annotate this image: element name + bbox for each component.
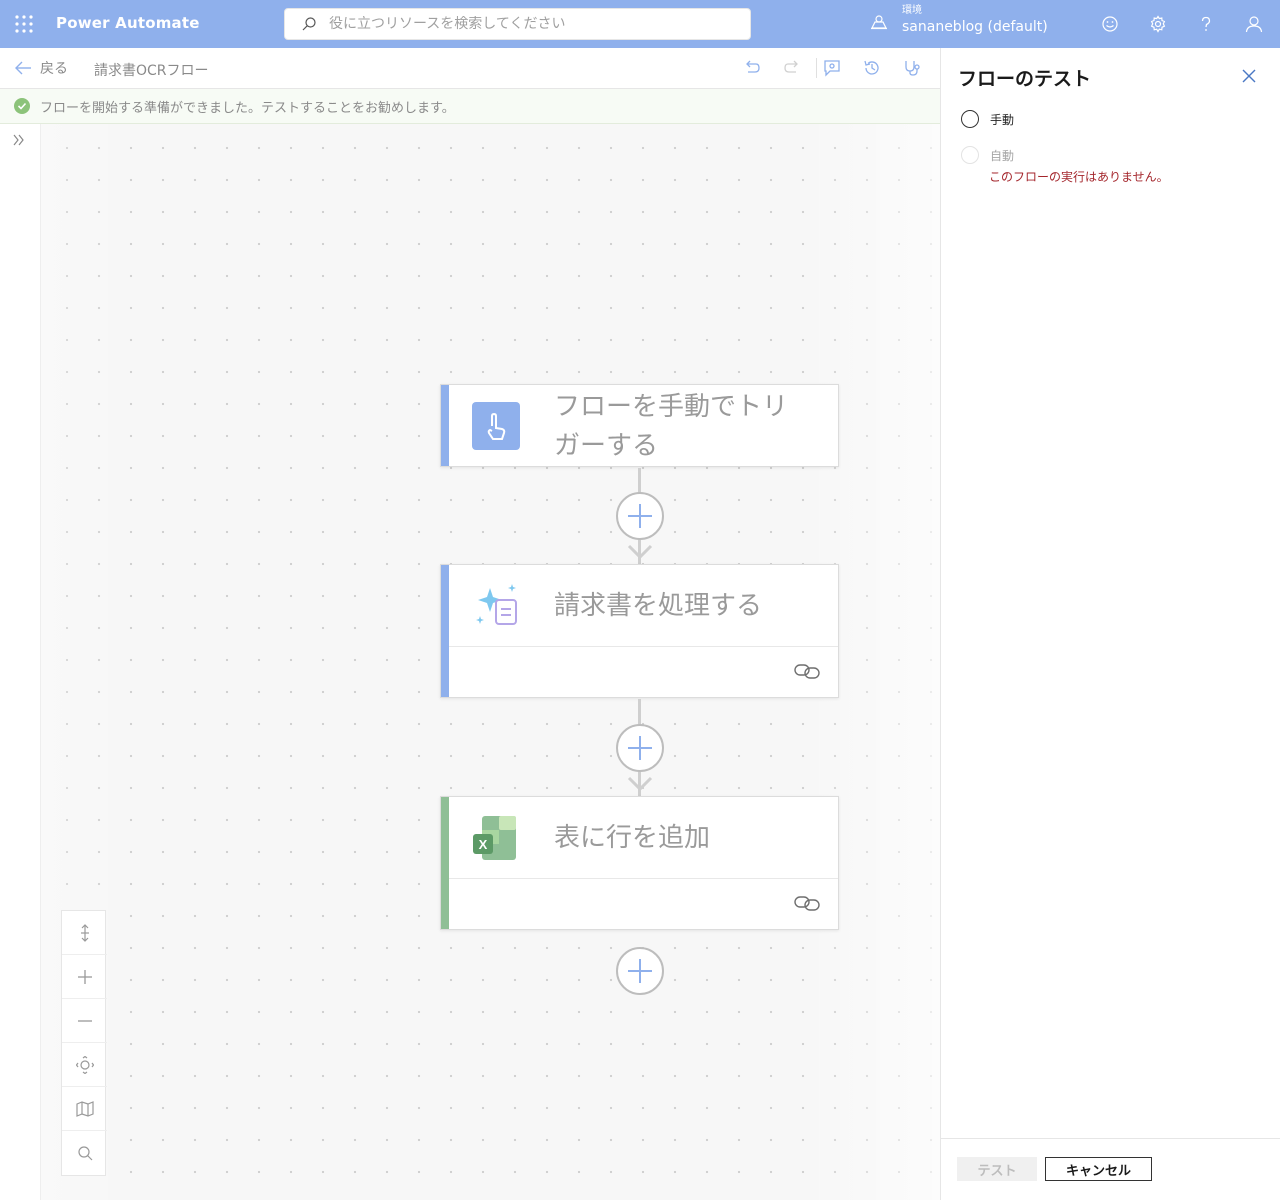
search-input[interactable]	[329, 16, 750, 32]
expand-chevron-icon[interactable]	[12, 132, 26, 151]
version-history-icon[interactable]	[860, 56, 884, 80]
connection-link-icon[interactable]	[794, 663, 820, 679]
redo-icon[interactable]	[780, 56, 804, 80]
flow-name[interactable]: 請求書OCRフロー	[94, 60, 209, 80]
undo-icon[interactable]	[740, 56, 764, 80]
touch-icon	[472, 402, 520, 450]
flow-canvas[interactable]: フローを手動でトリ ガーする 請求書を処理する X 表に行を追加	[41, 124, 940, 1200]
zoom-in-icon[interactable]	[62, 955, 107, 999]
canvas-zoom-controls	[61, 910, 107, 1176]
test-button[interactable]: テスト	[957, 1157, 1037, 1181]
step-footer	[449, 878, 838, 929]
copilot-chat-icon[interactable]	[820, 56, 844, 80]
account-icon[interactable]	[1242, 12, 1266, 36]
automatic-radio	[961, 146, 979, 164]
step-accent	[441, 797, 449, 929]
add-step-button[interactable]	[616, 947, 664, 995]
connector-arrow-icon	[627, 776, 653, 792]
search-box[interactable]	[284, 8, 751, 40]
app-launcher-icon[interactable]	[12, 12, 36, 36]
ai-document-icon	[472, 582, 520, 630]
option-automatic: 自動	[961, 146, 1014, 164]
feedback-smiley-icon[interactable]	[1098, 12, 1122, 36]
environment-name: sananeblog (default)	[902, 19, 1048, 35]
app-header: Power Automate 環境 sananeblog (default)	[0, 0, 1280, 48]
manual-radio[interactable]	[961, 110, 979, 128]
connection-link-icon[interactable]	[794, 895, 820, 911]
no-runs-message: このフローの実行はありません。	[989, 170, 1169, 184]
flow-step-trigger[interactable]: フローを手動でトリ ガーする	[440, 384, 839, 467]
step-accent	[441, 565, 449, 697]
panel-title: フローのテスト	[958, 68, 1092, 90]
ready-notice: フローを開始する準備ができました。テストすることをお勧めします。	[0, 89, 940, 124]
cancel-button[interactable]: キャンセル	[1045, 1157, 1152, 1181]
panel-footer: テスト キャンセル	[941, 1138, 1280, 1200]
settings-gear-icon[interactable]	[1146, 12, 1170, 36]
notice-text: フローを開始する準備ができました。テストすることをお勧めします。	[40, 100, 455, 116]
add-step-button[interactable]	[616, 492, 664, 540]
canvas-search-icon[interactable]	[62, 1131, 107, 1175]
back-label: 戻る	[40, 61, 68, 77]
step-title: 請求書を処理する	[554, 591, 763, 621]
test-flow-panel: フローのテスト 手動 自動 このフローの実行はありません。 テスト キャンセル	[940, 48, 1280, 1200]
environment-picker[interactable]: 環境 sananeblog (default)	[870, 4, 1048, 36]
step-accent	[441, 385, 449, 466]
flow-step-process-invoice[interactable]: 請求書を処理する	[440, 564, 839, 698]
back-button[interactable]: 戻る	[14, 58, 68, 78]
flow-step-add-row[interactable]: X 表に行を追加	[440, 796, 839, 930]
search-icon	[302, 17, 316, 31]
app-brand[interactable]: Power Automate	[56, 14, 200, 32]
fit-vertical-icon[interactable]	[62, 911, 107, 955]
flow-checker-icon[interactable]	[900, 56, 924, 80]
zoom-out-icon[interactable]	[62, 999, 107, 1043]
back-arrow-icon	[15, 61, 31, 75]
step-title-line1: フローを手動でトリ	[554, 392, 789, 422]
command-bar: 戻る 請求書OCRフロー	[0, 48, 940, 89]
left-rail	[0, 124, 41, 1200]
step-title-line2: ガーする	[554, 431, 659, 461]
svg-text:X: X	[479, 837, 488, 852]
step-title: 表に行を追加	[554, 823, 711, 853]
step-footer	[449, 646, 838, 697]
environment-label: 環境	[902, 5, 922, 16]
environment-icon	[871, 15, 887, 30]
success-check-icon	[14, 98, 30, 114]
command-separator	[816, 58, 817, 78]
add-step-button[interactable]	[616, 724, 664, 772]
manual-label: 手動	[990, 112, 1015, 127]
fit-view-icon[interactable]	[62, 1043, 107, 1087]
minimap-icon[interactable]	[62, 1087, 107, 1131]
excel-icon: X	[472, 814, 520, 862]
option-manual[interactable]: 手動	[961, 110, 1014, 128]
connector-arrow-icon	[627, 544, 653, 560]
help-icon[interactable]	[1194, 12, 1218, 36]
close-icon[interactable]	[1241, 68, 1257, 84]
automatic-label: 自動	[990, 148, 1015, 163]
